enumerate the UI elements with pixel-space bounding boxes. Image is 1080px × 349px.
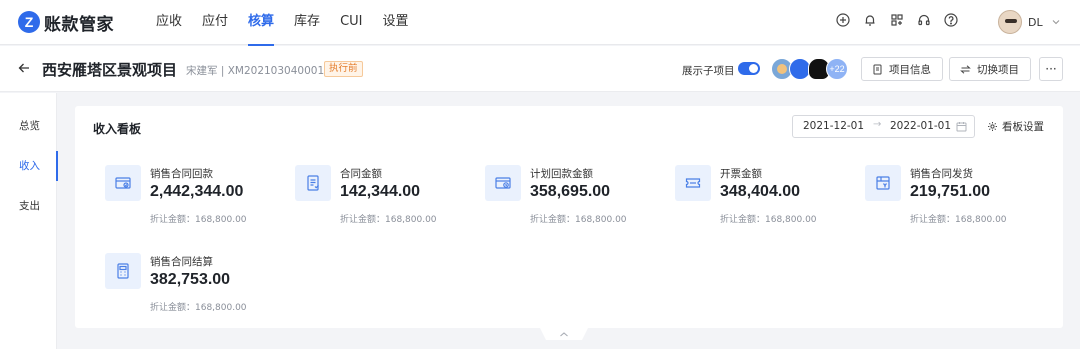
side-menu: 总览 收入 支出 [0, 93, 58, 349]
app-logo[interactable]: Z 账款管家 [18, 10, 114, 35]
nav-tools [836, 13, 958, 27]
apps-grid-icon[interactable] [890, 13, 904, 27]
metric-discount: 折让金额：168,800.00 [530, 215, 627, 225]
metric-discount: 折让金额：168,800.00 [720, 215, 817, 225]
date-range-end[interactable]: 2022-01-01 [890, 120, 951, 132]
chevron-down-icon [1052, 20, 1059, 25]
board-settings-label: 看板设置 [1002, 121, 1044, 133]
switch-project-label: 切换项目 [977, 63, 1019, 76]
metric-discount: 折让金额：168,800.00 [150, 303, 247, 313]
sidebar-item-expense[interactable]: 支出 [0, 191, 57, 221]
metric-discount: 折让金额：168,800.00 [340, 215, 437, 225]
metric-sales-contract-settlement[interactable]: 销售合同结算 382,753.00 折让金额：168,800.00 [105, 253, 285, 313]
sidebar-item-overview[interactable]: 总览 [0, 111, 57, 141]
metric-contract-amount[interactable]: 合同金额 142,344.00 折让金额：168,800.00 [295, 165, 475, 225]
contract-document-icon [295, 165, 331, 201]
invoice-ticket-icon [675, 165, 711, 201]
nav-item-payable[interactable]: 应付 [192, 0, 238, 45]
board-title: 收入看板 [93, 122, 142, 136]
bell-icon[interactable] [863, 13, 877, 27]
metric-discount: 折让金额：168,800.00 [150, 215, 247, 225]
date-range-arrow: → [873, 119, 882, 130]
nav-item-receivable[interactable]: 应收 [146, 0, 192, 45]
metric-value: 2,442,344.00 [150, 183, 244, 200]
project-title: 西安雁塔区景观项目 [42, 61, 178, 79]
app-name: 账款管家 [44, 14, 114, 35]
chevron-up-icon [540, 328, 588, 340]
main-nav: 应收 应付 核算 库存 CUI 设置 [146, 0, 419, 46]
collapse-handle[interactable] [540, 328, 588, 349]
project-info-button[interactable]: 项目信息 [861, 57, 943, 81]
back-arrow-icon[interactable] [17, 61, 31, 75]
metric-sales-contract-shipment[interactable]: 销售合同发货 219,751.00 折让金额：168,800.00 [865, 165, 1045, 225]
metric-value: 142,344.00 [340, 183, 421, 200]
sidebar-item-income[interactable]: 收入 [0, 151, 58, 181]
top-navbar: Z 账款管家 应收 应付 核算 库存 CUI 设置 DL [0, 0, 1080, 46]
metric-label: 合同金额 [340, 168, 382, 180]
user-name: DL [1028, 15, 1043, 29]
switch-project-button[interactable]: 切换项目 [949, 57, 1031, 81]
document-icon [873, 64, 882, 74]
headset-icon[interactable] [917, 13, 931, 27]
nav-item-accounting[interactable]: 核算 [238, 0, 284, 46]
receipt-payment-icon [105, 165, 141, 201]
metric-label: 计划回款金额 [530, 168, 593, 180]
avatar [998, 10, 1022, 34]
metric-discount: 折让金额：168,800.00 [910, 215, 1007, 225]
metric-planned-payment[interactable]: 计划回款金额 358,695.00 折让金额：168,800.00 [485, 165, 665, 225]
project-meta: 宋建军 | XM202103040001 [186, 65, 325, 77]
help-circle-icon[interactable] [944, 13, 958, 27]
nav-item-inventory[interactable]: 库存 [284, 0, 330, 45]
date-range-picker[interactable]: 2021-12-01 → 2022-01-01 [792, 115, 975, 138]
gear-icon [988, 122, 997, 131]
metric-label: 开票金额 [720, 168, 762, 180]
metric-value: 219,751.00 [910, 183, 991, 200]
logo-mark: Z [18, 11, 40, 33]
metric-invoice-amount[interactable]: 开票金额 348,404.00 折让金额：168,800.00 [675, 165, 855, 225]
metric-label: 销售合同结算 [150, 256, 213, 268]
show-subprojects-label: 展示子项目 [682, 65, 735, 77]
nav-item-cui[interactable]: CUI [330, 0, 372, 45]
metric-label: 销售合同回款 [150, 168, 213, 180]
calendar-icon [956, 122, 967, 132]
metric-sales-contract-payment[interactable]: 销售合同回款 2,442,344.00 折让金额：168,800.00 [105, 165, 285, 225]
status-badge: 执行前 [324, 61, 363, 77]
more-options-button[interactable]: ··· [1039, 57, 1063, 81]
project-header: 西安雁塔区景观项目 宋建军 | XM202103040001 执行前 展示子项目… [0, 46, 1080, 92]
metric-value: 358,695.00 [530, 183, 611, 200]
planned-payment-icon [485, 165, 521, 201]
project-info-label: 项目信息 [889, 63, 931, 76]
date-range-start[interactable]: 2021-12-01 [803, 120, 864, 132]
board-settings-button[interactable]: 看板设置 [987, 119, 1044, 134]
user-menu[interactable]: DL [998, 10, 1061, 34]
metric-value: 348,404.00 [720, 183, 801, 200]
nav-item-settings[interactable]: 设置 [373, 0, 419, 45]
settlement-calculator-icon [105, 253, 141, 289]
metric-label: 销售合同发货 [910, 168, 973, 180]
swap-icon [960, 64, 971, 74]
member-more-count[interactable]: +22 [826, 58, 848, 80]
show-subprojects-toggle[interactable] [738, 62, 760, 75]
metric-value: 382,753.00 [150, 271, 231, 288]
shipment-icon [865, 165, 901, 201]
income-board-card: 收入看板 2021-12-01 → 2022-01-01 看板设置 销售合同回款… [75, 106, 1063, 328]
plus-circle-icon[interactable] [836, 13, 850, 27]
